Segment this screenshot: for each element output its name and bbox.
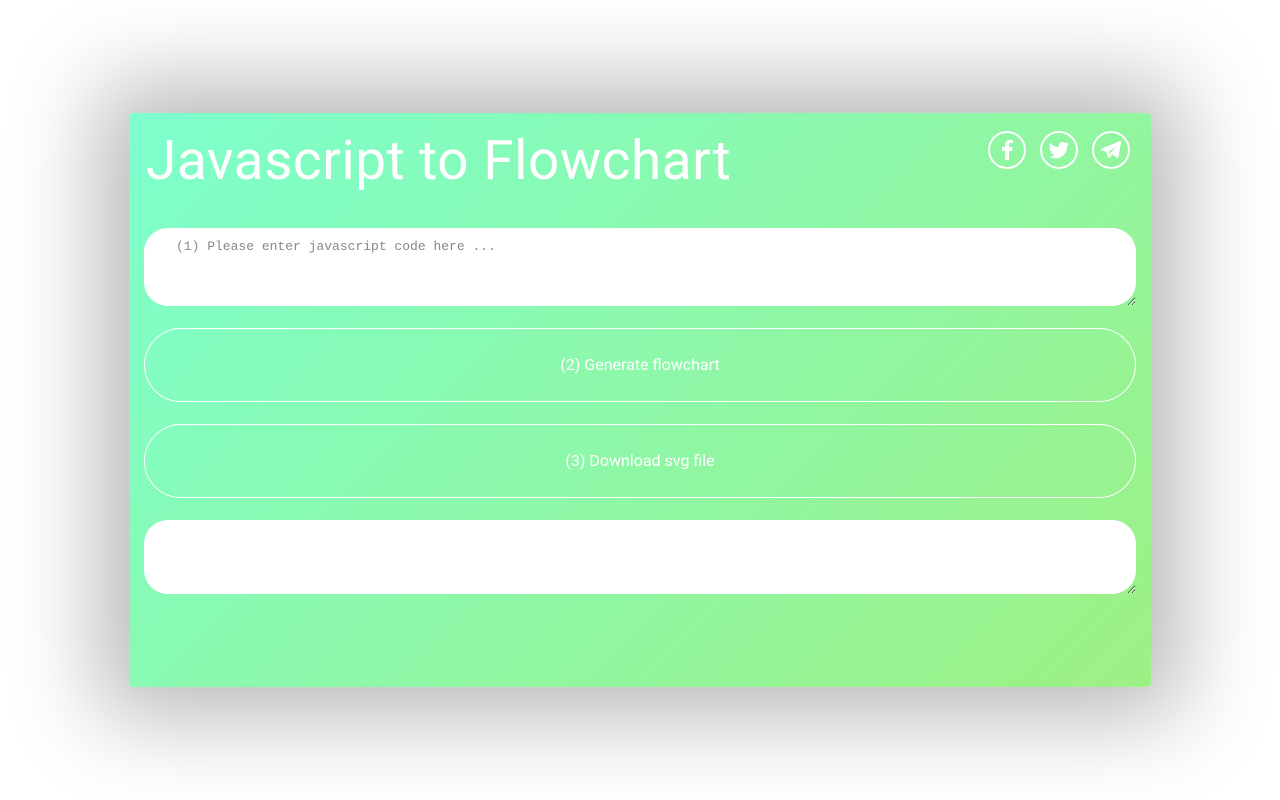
telegram-link[interactable] [1092, 131, 1130, 169]
facebook-icon [1002, 140, 1013, 160]
page-title: Javascript to Flowchart [146, 131, 731, 192]
social-links [988, 131, 1130, 169]
twitter-link[interactable] [1040, 131, 1078, 169]
code-input[interactable] [144, 228, 1136, 306]
twitter-icon [1049, 142, 1069, 159]
svg-output[interactable] [144, 520, 1136, 594]
generate-button[interactable]: (2) Generate flowchart [144, 328, 1136, 402]
download-button[interactable]: (3) Download svg file [144, 424, 1136, 498]
header: Javascript to Flowchart [144, 125, 1136, 192]
facebook-link[interactable] [988, 131, 1026, 169]
app-card: Javascript to Flowchart (2) Generate flo… [129, 113, 1151, 687]
telegram-icon [1101, 141, 1121, 159]
main-stack: (2) Generate flowchart (3) Download svg … [144, 228, 1136, 594]
